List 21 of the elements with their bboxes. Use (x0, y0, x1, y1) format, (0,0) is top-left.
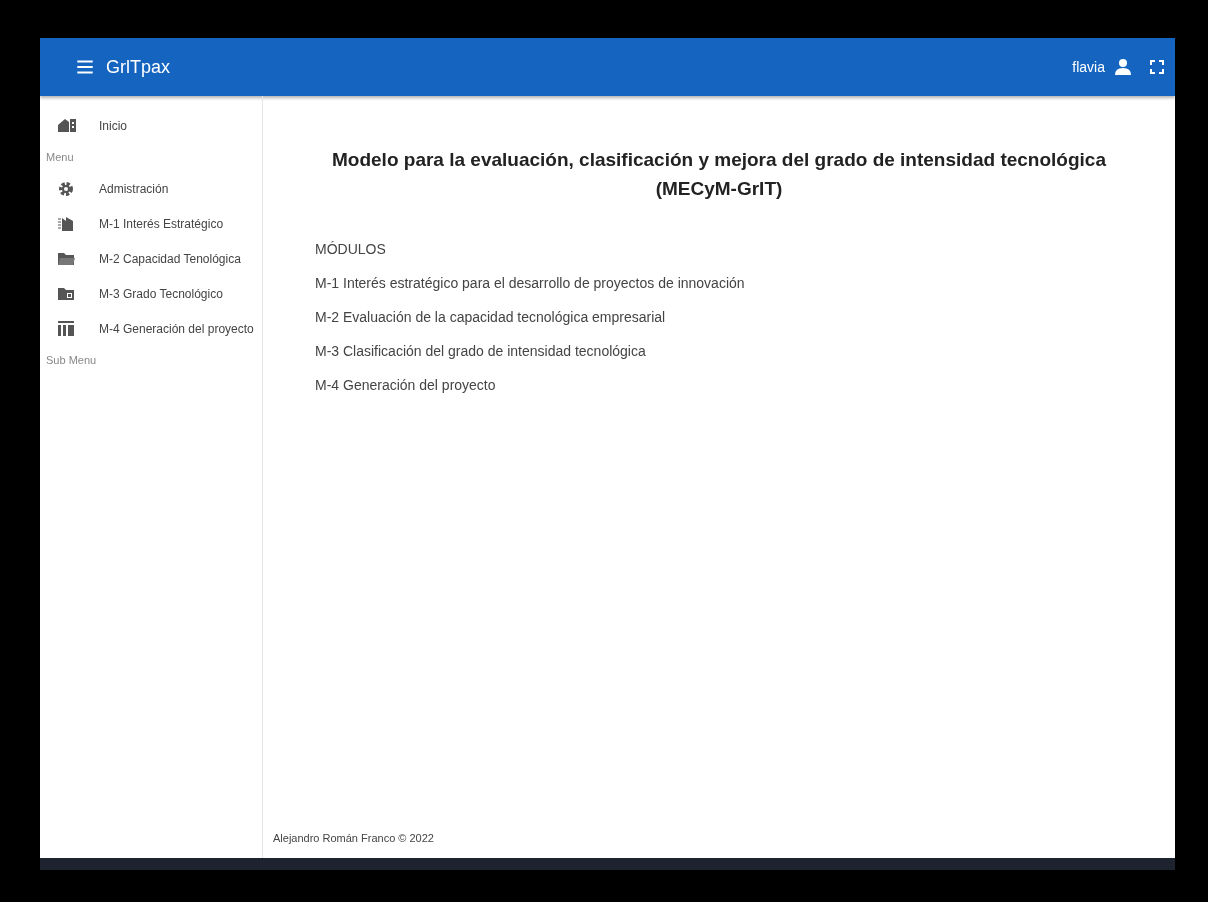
sidebar-item[interactable]: M-1 Interés Estratégico (99, 216, 224, 231)
sidebar-item[interactable]: Inicio (99, 118, 127, 133)
module-item: M-3 Clasificación del grado de intensidad tecnológica (315, 343, 647, 359)
sidebar-header: Menu (45, 150, 75, 165)
fullscreen-icon[interactable] (1149, 59, 1165, 75)
page-subtitle: (MECyM-GrIT) (655, 178, 783, 199)
sidebar-item[interactable]: M-2 Capacidad Tenológica (99, 251, 241, 266)
sidebar-item[interactable]: M-4 Generación del proyecto (99, 321, 254, 336)
module-item: M-1 Interés estratégico para el desarrollo de proyectos de innovación (315, 275, 746, 291)
modules-heading: MÓDULOS (315, 241, 387, 257)
module-item: M-4 Generación del proyecto (315, 377, 497, 393)
sidebar-icon (56, 318, 76, 339)
sidebar-item[interactable]: Admistración (99, 181, 169, 196)
user-icon[interactable] (1113, 57, 1133, 77)
sidebar-item[interactable]: M-3 Grado Tecnológico (99, 286, 223, 301)
page-title: Modelo para la evaluación, clasificación y mejora del grado de intensidad tecnológica (332, 149, 1106, 170)
footer-text: Alejandro Román Franco © 2022 (272, 832, 435, 846)
sidebar-header: Sub Menu (45, 353, 98, 368)
module-item: M-2 Evaluación de la capacidad tecnológica empresarial (315, 309, 667, 325)
user-name: flavia (1072, 59, 1105, 75)
app-title: GrlTpax (106, 56, 171, 78)
